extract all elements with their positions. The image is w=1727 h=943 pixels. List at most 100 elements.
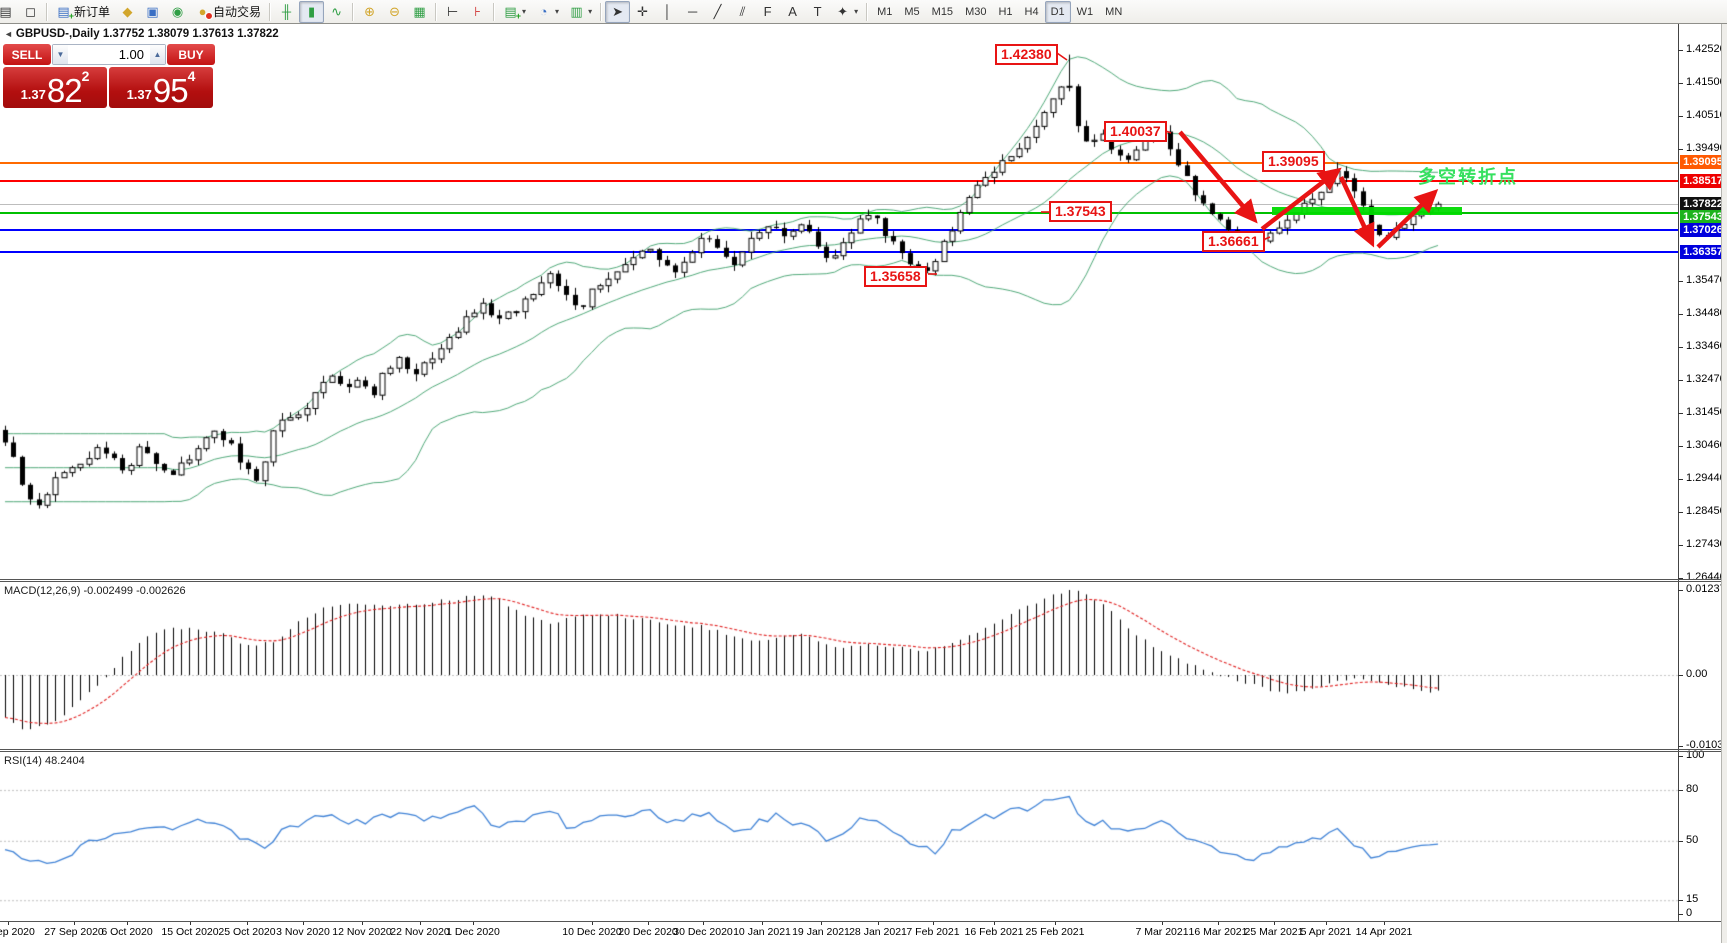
toolbar-auto-scroll-button[interactable]: ⊦ — [465, 1, 490, 23]
toolbar-separator — [600, 3, 602, 21]
mt4-window: { "toolbar": { "groups": [ {"items": [ {… — [0, 0, 1727, 943]
periods-dropdown-caret[interactable]: ▾ — [555, 7, 559, 16]
price-annotation-label[interactable]: 1.42380 — [995, 44, 1058, 65]
indicators-icon: ▤+ — [503, 5, 518, 18]
line-chart-type-icon: ∿ — [329, 5, 344, 18]
autotrade-icon: ● — [195, 5, 210, 18]
buy-price-box[interactable]: 1.37 95 4 — [109, 67, 213, 108]
one-click-trading-panel: SELL ▼ ▲ BUY 1.37 82 2 1.37 95 4 — [3, 44, 215, 108]
toolbar-bar-chart-type-button[interactable]: ╫ — [274, 1, 299, 23]
sell-price-big: 82 — [47, 77, 82, 105]
price-annotation-label[interactable]: 1.39095 — [1262, 151, 1325, 172]
toolbar-templates-button[interactable]: ▥▾ — [564, 1, 597, 23]
crosshair-icon: ✛ — [635, 5, 650, 18]
toolbar-separator — [866, 3, 868, 21]
annotation-arrows[interactable] — [0, 0, 1727, 943]
cursor-icon: ➤ — [610, 5, 625, 18]
volume-stepper: ▼ ▲ — [52, 44, 166, 65]
toolbar-text-button[interactable]: A — [780, 1, 805, 23]
price-annotation-label[interactable]: 1.36661 — [1202, 231, 1265, 252]
chinese-annotation[interactable]: 多空转折点 — [1418, 163, 1518, 189]
toolbar-horizontal-line-button[interactable]: ─ — [680, 1, 705, 23]
periods-icon: ◔ — [536, 5, 551, 18]
shapes-icon: ✦ — [835, 5, 850, 18]
zoom-out-icon: ⊖ — [387, 5, 402, 18]
toolbar-market-watch-button[interactable]: ▤ — [0, 1, 18, 23]
main-toolbar: ▤◻▤+新订单◆▣◉●自动交易╫▮∿⊕⊖▦⊢⊦▤+▾◔▾▥▾➤✛│─╱⫽FAT✦… — [0, 0, 1727, 24]
price-annotation-label[interactable]: 1.35658 — [864, 266, 927, 287]
timeframe-tf-m1-button[interactable]: M1 — [871, 1, 898, 23]
toolbar-new-order-button[interactable]: ▤+新订单 — [51, 1, 115, 23]
toolbar-history-center-button[interactable]: ◆ — [115, 1, 140, 23]
market-watch-icon: ▤ — [0, 5, 13, 18]
toolbar-signals-button[interactable]: ◉ — [165, 1, 190, 23]
text-icon: A — [785, 5, 800, 18]
toolbar-chart-shift-button[interactable]: ⊢ — [440, 1, 465, 23]
toolbar-periods-button[interactable]: ◔▾ — [531, 1, 564, 23]
zoom-in-icon: ⊕ — [362, 5, 377, 18]
toolbar-zoom-in-button[interactable]: ⊕ — [357, 1, 382, 23]
toolbar-separator — [46, 3, 48, 21]
fibonacci-icon: F — [760, 5, 775, 18]
sell-price-sup: 2 — [82, 71, 90, 81]
timeframe-tf-h1-button[interactable]: H1 — [992, 1, 1018, 23]
buy-price-sup: 4 — [188, 71, 196, 81]
toolbar-crosshair-button[interactable]: ✛ — [630, 1, 655, 23]
toolbar-candle-chart-type-button[interactable]: ▮ — [299, 1, 324, 23]
buy-price-prefix: 1.37 — [127, 85, 152, 105]
toolbar-separator — [435, 3, 437, 21]
timeframe-tf-m30-button[interactable]: M30 — [959, 1, 992, 23]
bar-chart-type-icon: ╫ — [279, 5, 294, 18]
price-annotation-label[interactable]: 1.40037 — [1104, 121, 1167, 142]
timeframe-tf-m5-button[interactable]: M5 — [898, 1, 925, 23]
timeframe-tf-mn-button[interactable]: MN — [1099, 1, 1128, 23]
timeframe-tf-m15-button[interactable]: M15 — [926, 1, 959, 23]
toolbar-line-chart-type-button[interactable]: ∿ — [324, 1, 349, 23]
sell-price-prefix: 1.37 — [21, 85, 46, 105]
signals-icon: ◉ — [170, 5, 185, 18]
toolbar-terminal-button[interactable]: ▣ — [140, 1, 165, 23]
toolbar-text-label-button[interactable]: T — [805, 1, 830, 23]
buy-price-big: 95 — [153, 77, 188, 105]
toolbar-autotrade-button[interactable]: ●自动交易 — [190, 1, 266, 23]
toolbar-zoom-out-button[interactable]: ⊖ — [382, 1, 407, 23]
templates-icon: ▥ — [569, 5, 584, 18]
new-order-icon: ▤+ — [56, 5, 71, 18]
tile-windows-icon: ▦ — [412, 5, 427, 18]
history-center-icon: ◆ — [120, 5, 135, 18]
data-window-icon: ◻ — [23, 5, 38, 18]
toolbar-data-window-button[interactable]: ◻ — [18, 1, 43, 23]
sell-button[interactable]: SELL — [3, 44, 51, 65]
equidistant-channel-icon: ⫽ — [735, 5, 750, 18]
toolbar-cursor-button[interactable]: ➤ — [605, 1, 630, 23]
volume-decrease-button[interactable]: ▼ — [53, 45, 68, 64]
shapes-dropdown-caret[interactable]: ▾ — [854, 7, 858, 16]
timeframe-tf-d1-button[interactable]: D1 — [1045, 1, 1071, 23]
toolbar-separator — [493, 3, 495, 21]
toolbar-tile-windows-button[interactable]: ▦ — [407, 1, 432, 23]
timeframe-tf-h4-button[interactable]: H4 — [1019, 1, 1045, 23]
templates-dropdown-caret[interactable]: ▾ — [588, 7, 592, 16]
toolbar-equidistant-channel-button[interactable]: ⫽ — [730, 1, 755, 23]
auto-scroll-icon: ⊦ — [470, 5, 485, 18]
indicators-dropdown-caret[interactable]: ▾ — [522, 7, 526, 16]
toolbar-separator — [352, 3, 354, 21]
terminal-icon: ▣ — [145, 5, 160, 18]
horizontal-line-icon: ─ — [685, 5, 700, 18]
toolbar-fibonacci-button[interactable]: F — [755, 1, 780, 23]
chart-shift-icon: ⊢ — [445, 5, 460, 18]
volume-increase-button[interactable]: ▲ — [150, 45, 165, 64]
toolbar-vertical-line-button[interactable]: │ — [655, 1, 680, 23]
sell-price-box[interactable]: 1.37 82 2 — [3, 67, 107, 108]
autotrade-label: 自动交易 — [213, 3, 261, 20]
toolbar-shapes-button[interactable]: ✦▾ — [830, 1, 863, 23]
candle-chart-type-icon: ▮ — [304, 5, 319, 18]
buy-button[interactable]: BUY — [167, 44, 215, 65]
volume-input[interactable] — [68, 45, 150, 64]
toolbar-separator — [269, 3, 271, 21]
toolbar-indicators-button[interactable]: ▤+ ▾ — [498, 1, 531, 23]
price-annotation-label[interactable]: 1.37543 — [1049, 201, 1112, 222]
toolbar-trendline-button[interactable]: ╱ — [705, 1, 730, 23]
timeframe-tf-w1-button[interactable]: W1 — [1071, 1, 1100, 23]
vertical-line-icon: │ — [660, 5, 675, 18]
